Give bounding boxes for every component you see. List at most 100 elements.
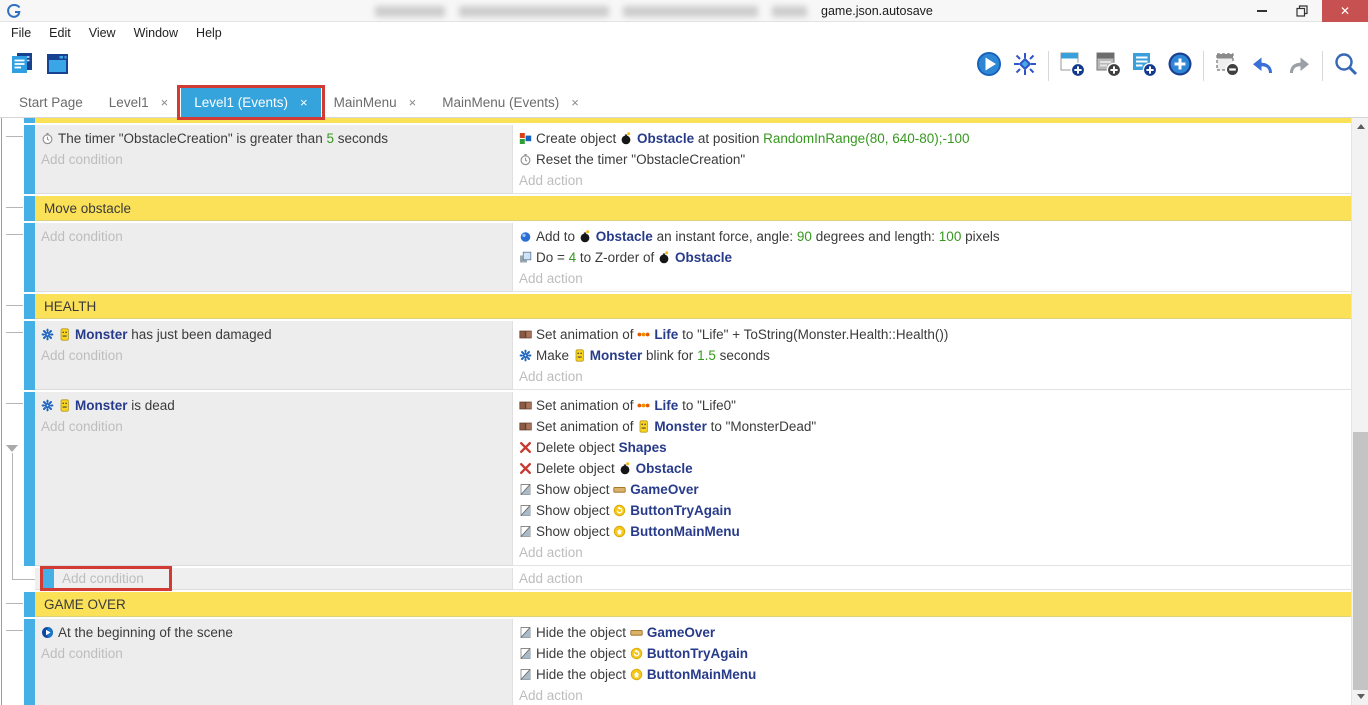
add-action-placeholder[interactable]: Add action bbox=[513, 542, 1351, 563]
add-condition-placeholder[interactable]: Add condition bbox=[35, 345, 512, 366]
event-selection-bar[interactable] bbox=[24, 223, 35, 292]
menu-item-view[interactable]: View bbox=[80, 22, 125, 44]
action-item[interactable]: Hide the object ButtonTryAgain bbox=[513, 643, 1351, 664]
event-row: Monster is deadAdd conditionSet animatio… bbox=[2, 392, 1351, 566]
restore-button[interactable] bbox=[1282, 0, 1322, 22]
menu-item-window[interactable]: Window bbox=[125, 22, 187, 44]
action-item[interactable]: Do = 4 to Z-order of Obstacle bbox=[513, 247, 1351, 268]
add-condition-placeholder[interactable]: Add condition bbox=[35, 226, 512, 247]
scroll-down-arrow[interactable] bbox=[1352, 688, 1368, 705]
tab-label: Level1 bbox=[109, 95, 149, 110]
menu-item-edit[interactable]: Edit bbox=[40, 22, 80, 44]
action-item[interactable]: Show object GameOver bbox=[513, 479, 1351, 500]
event-selection-bar[interactable] bbox=[24, 118, 35, 123]
object-name: Obstacle bbox=[636, 461, 693, 476]
delete-icon bbox=[519, 462, 533, 475]
add-action-placeholder[interactable]: Add action bbox=[513, 366, 1351, 387]
action-item[interactable]: Show object ButtonTryAgain bbox=[513, 500, 1351, 521]
comment-text[interactable]: HEALTH bbox=[35, 294, 1351, 319]
add-comment-button[interactable] bbox=[1126, 47, 1162, 85]
menu-item-file[interactable]: File bbox=[2, 22, 40, 44]
tryagain-icon bbox=[613, 504, 627, 517]
condition-item[interactable]: Monster has just been damaged bbox=[35, 324, 512, 345]
event-selection-bar[interactable] bbox=[24, 392, 35, 566]
event-selection-bar[interactable] bbox=[24, 619, 35, 705]
delete-icon bbox=[519, 441, 533, 454]
add-instruction-icon bbox=[1166, 50, 1194, 83]
play-button[interactable] bbox=[971, 47, 1007, 85]
comment-text[interactable]: Move obstacle bbox=[35, 196, 1351, 221]
project-manager-button[interactable] bbox=[4, 47, 40, 85]
project-manager-icon bbox=[8, 50, 36, 83]
action-item[interactable]: Set animation of Life to "Life0" bbox=[513, 395, 1351, 416]
condition-item[interactable]: The timer "ObstacleCreation" is greater … bbox=[35, 128, 512, 149]
action-item[interactable]: Delete object Shapes bbox=[513, 437, 1351, 458]
add-subevent-button[interactable] bbox=[1090, 47, 1126, 85]
action-item[interactable]: Set animation of Life to "Life" + ToStri… bbox=[513, 324, 1351, 345]
debugger-button[interactable] bbox=[1007, 47, 1043, 85]
conditions-cell: Add condition bbox=[35, 223, 512, 292]
instruction-text: seconds bbox=[334, 131, 388, 146]
add-action-placeholder[interactable]: Add action bbox=[513, 268, 1351, 289]
action-item[interactable]: Hide the object ButtonMainMenu bbox=[513, 664, 1351, 685]
tab-level1[interactable]: Level1 × bbox=[96, 88, 181, 117]
scene-editor-icon bbox=[44, 50, 72, 83]
actions-cell: Set animation of Life to "Life0"Set anim… bbox=[512, 392, 1351, 566]
event-selection-bar[interactable] bbox=[24, 125, 35, 194]
tab-mainmenu-events[interactable]: MainMenu (Events)× bbox=[429, 88, 592, 117]
tab-close-icon[interactable]: × bbox=[161, 95, 169, 110]
add-action-placeholder[interactable]: Add action bbox=[513, 170, 1351, 191]
tab-start-page[interactable]: Start Page bbox=[6, 88, 96, 117]
condition-item[interactable]: Monster is dead bbox=[35, 395, 512, 416]
action-item[interactable]: Delete object Obstacle bbox=[513, 458, 1351, 479]
add-instruction-button[interactable] bbox=[1162, 47, 1198, 85]
add-condition-placeholder[interactable]: Add condition bbox=[62, 571, 144, 586]
event-selection-bar[interactable] bbox=[24, 592, 35, 617]
gdevelop-window: game.json.autosave ✕ FileEditViewWindowH… bbox=[0, 0, 1368, 705]
tab-close-icon[interactable]: × bbox=[300, 95, 308, 110]
add-condition-placeholder[interactable]: Add condition bbox=[35, 643, 512, 664]
scroll-thumb[interactable] bbox=[1353, 432, 1368, 690]
add-action-placeholder[interactable]: Add action bbox=[513, 685, 1351, 705]
undo-button[interactable] bbox=[1245, 47, 1281, 85]
action-item[interactable]: Set animation of Monster to "MonsterDead… bbox=[513, 416, 1351, 437]
action-item[interactable]: Show object ButtonMainMenu bbox=[513, 521, 1351, 542]
instruction-text: Make bbox=[536, 348, 573, 363]
add-action-placeholder[interactable]: Add action bbox=[512, 568, 1351, 590]
delete-event-button[interactable] bbox=[1209, 47, 1245, 85]
minimize-button[interactable] bbox=[1242, 0, 1282, 22]
close-icon: ✕ bbox=[1340, 4, 1350, 18]
add-condition-placeholder[interactable]: Add condition bbox=[35, 416, 512, 437]
menu-item-help[interactable]: Help bbox=[187, 22, 231, 44]
event-selection-bar[interactable] bbox=[24, 196, 35, 221]
action-item[interactable]: Make Monster blink for 1.5 seconds bbox=[513, 345, 1351, 366]
tab-close-icon[interactable]: × bbox=[571, 95, 579, 110]
action-item[interactable]: Create object Obstacle at position Rando… bbox=[513, 128, 1351, 149]
action-item[interactable]: Hide the object GameOver bbox=[513, 622, 1351, 643]
action-item[interactable]: Reset the timer "ObstacleCreation" bbox=[513, 149, 1351, 170]
subevent-add-condition[interactable]: Add condition bbox=[43, 568, 172, 589]
tab-level1-events[interactable]: Level1 (Events)× bbox=[181, 88, 320, 117]
tab-mainmenu[interactable]: MainMenu× bbox=[321, 88, 430, 117]
event-selection-bar[interactable] bbox=[24, 294, 35, 319]
subevent-selection-bar[interactable] bbox=[43, 568, 54, 590]
vertical-scrollbar[interactable] bbox=[1351, 118, 1368, 705]
close-button[interactable]: ✕ bbox=[1322, 0, 1368, 22]
add-condition-placeholder[interactable]: Add condition bbox=[35, 149, 512, 170]
condition-item[interactable]: At the beginning of the scene bbox=[35, 622, 512, 643]
event-gutter bbox=[2, 392, 24, 566]
scroll-up-arrow[interactable] bbox=[1352, 118, 1368, 135]
instruction-text: blink for bbox=[642, 348, 697, 363]
add-event-button[interactable] bbox=[1054, 47, 1090, 85]
instruction-text: The timer "ObstacleCreation" is greater … bbox=[58, 131, 326, 146]
search-button[interactable] bbox=[1328, 47, 1364, 85]
comment-text[interactable]: GAME OVER bbox=[35, 592, 1351, 617]
scene-editor-button[interactable] bbox=[40, 47, 76, 85]
action-item[interactable]: Add to Obstacle an instant force, angle:… bbox=[513, 226, 1351, 247]
toolbar-separator bbox=[1322, 51, 1323, 81]
animation-icon bbox=[519, 328, 533, 341]
tab-close-icon[interactable]: × bbox=[409, 95, 417, 110]
visibility-icon bbox=[519, 647, 533, 660]
event-selection-bar[interactable] bbox=[24, 321, 35, 390]
redo-button[interactable] bbox=[1281, 47, 1317, 85]
